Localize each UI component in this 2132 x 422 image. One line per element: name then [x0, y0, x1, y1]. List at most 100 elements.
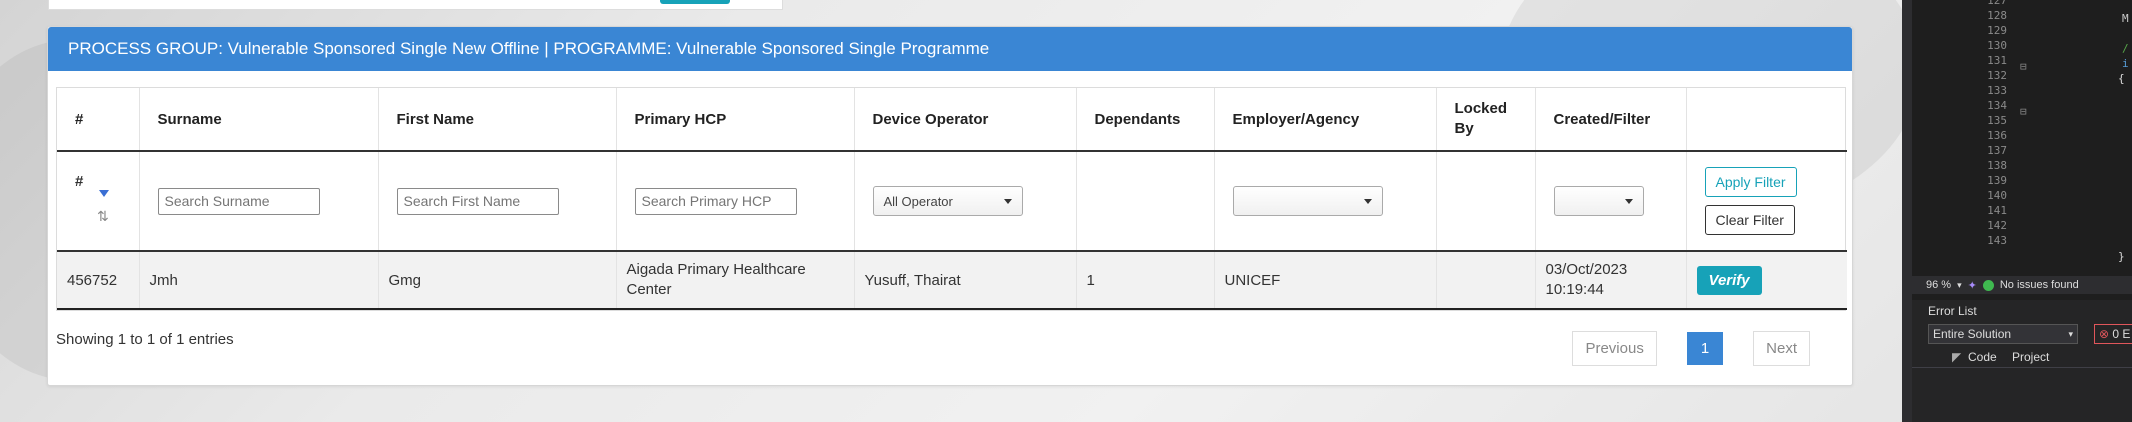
sort-icons[interactable]: ⇅	[95, 189, 115, 230]
filter-locked-by-cell	[1436, 151, 1536, 252]
results-panel: PROCESS GROUP: Vulnerable Sponsored Sing…	[47, 26, 1853, 386]
line-number: 135	[1987, 114, 2007, 127]
code-fragment: i	[2122, 57, 2129, 70]
issues-status[interactable]: No issues found	[2000, 279, 2079, 291]
pagination: Previous 1 Next	[1572, 331, 1810, 366]
window-divider[interactable]	[1902, 0, 1912, 422]
chevron-down-icon	[1003, 198, 1012, 204]
cell-id: 456752	[57, 251, 140, 310]
line-number: 134	[1987, 99, 2007, 112]
line-number: 142	[1987, 219, 2007, 232]
clear-filter-button[interactable]: Clear Filter	[1704, 205, 1795, 235]
check-icon	[1982, 279, 1994, 291]
search-surname-input[interactable]	[157, 187, 320, 215]
sort-toggle-icon[interactable]: ⇅	[97, 208, 109, 225]
column-header-created[interactable]: Created/Filter	[1535, 88, 1687, 152]
verify-button[interactable]: Verify	[1696, 265, 1762, 295]
editor-status-bar: 96 % ▾ ✦ No issues found	[1912, 276, 2132, 294]
code-editor[interactable]: 127 128 129 130 131 132 133 134 135 136 …	[1912, 0, 2132, 272]
fold-icon[interactable]: ⊟	[2020, 105, 2027, 118]
previous-card-button[interactable]	[660, 0, 730, 4]
previous-page-button[interactable]: Previous	[1572, 331, 1657, 366]
error-list-panel: Error List Entire Solution ▾ ⊗ 0 E ◤ Cod…	[1912, 300, 2132, 422]
operator-select[interactable]: All Operator	[872, 186, 1023, 216]
error-list-header: ◤ Code Project	[1912, 348, 2132, 368]
column-header-employer[interactable]: Employer/Agency	[1214, 88, 1437, 152]
column-header-surname[interactable]: Surname	[139, 88, 379, 152]
column-header-project[interactable]: Project	[2012, 350, 2049, 364]
results-table: # Surname First Name Primary HCP Device …	[56, 87, 1847, 311]
line-number: 128	[1987, 9, 2007, 22]
operator-select-value: All Operator	[883, 193, 953, 209]
filter-actions-cell: Apply Filter Clear Filter	[1686, 151, 1847, 252]
line-number: 141	[1987, 204, 2007, 217]
code-fragment: /	[2122, 42, 2129, 55]
line-number: 140	[1987, 189, 2007, 202]
cell-actions: Verify	[1686, 251, 1847, 310]
errors-count: 0 E	[2112, 327, 2131, 341]
filter-first-name-cell	[378, 151, 617, 252]
filter-created-cell	[1535, 151, 1687, 252]
column-header-primary-hcp[interactable]: Primary HCP	[616, 88, 855, 152]
cell-dependants: 1	[1076, 251, 1215, 310]
table-info: Showing 1 to 1 of 1 entries	[56, 331, 234, 348]
column-header-code[interactable]: Code	[1968, 350, 1997, 364]
cell-locked-by	[1436, 251, 1536, 310]
page-1-button[interactable]: 1	[1686, 332, 1724, 365]
error-list-title: Error List	[1928, 304, 1977, 318]
filter-id-cell: # ⇅	[57, 151, 140, 252]
code-fragment: M	[2122, 12, 2129, 25]
column-header-first-name[interactable]: First Name	[378, 88, 617, 152]
line-number: 137	[1987, 144, 2007, 157]
apply-filter-button[interactable]: Apply Filter	[1704, 167, 1797, 197]
scope-select-value: Entire Solution	[1933, 327, 2012, 341]
fold-icon[interactable]: ⊟	[2020, 60, 2027, 73]
column-header-id[interactable]: #	[57, 88, 140, 152]
cell-employer: UNICEF	[1214, 251, 1437, 310]
chevron-down-icon: ▾	[2068, 329, 2073, 339]
filter-dependants-cell	[1076, 151, 1215, 252]
search-first-name-input[interactable]	[396, 187, 559, 215]
line-number: 130	[1987, 39, 2007, 52]
error-icon: ⊗	[2099, 327, 2110, 341]
line-number: 136	[1987, 129, 2007, 142]
code-fragment: }	[2118, 250, 2125, 263]
column-header-locked-by[interactable]: Locked By	[1436, 88, 1536, 152]
code-fragment: {	[2118, 72, 2125, 85]
line-number: 132	[1987, 69, 2007, 82]
filter-id-label: #	[75, 172, 84, 190]
chevron-down-icon	[1624, 198, 1633, 204]
line-number: 143	[1987, 234, 2007, 247]
chevron-down-icon[interactable]: ▾	[1957, 280, 1962, 291]
filter-employer-cell	[1214, 151, 1437, 252]
filter-surname-cell	[139, 151, 379, 252]
filter-operator-cell: All Operator	[854, 151, 1077, 252]
search-primary-hcp-input[interactable]	[634, 187, 797, 215]
column-header-device-operator[interactable]: Device Operator	[854, 88, 1077, 152]
employer-select[interactable]	[1232, 186, 1383, 216]
next-page-button[interactable]: Next	[1753, 331, 1810, 366]
table-row[interactable]: 456752 Jmh Gmg Aigada Primary Healthcare…	[57, 251, 1847, 310]
scope-select[interactable]: Entire Solution ▾	[1928, 324, 2078, 344]
ide-window: 127 128 129 130 131 132 133 134 135 136 …	[1912, 0, 2132, 422]
sort-desc-icon[interactable]	[99, 189, 109, 197]
cell-primary-hcp: Aigada Primary Healthcare Center	[616, 251, 855, 310]
line-number: 131	[1987, 54, 2007, 67]
intellicode-icon[interactable]: ✦	[1968, 279, 1977, 292]
line-number: 129	[1987, 24, 2007, 37]
line-number: 127	[1987, 0, 2007, 7]
line-number: 133	[1987, 84, 2007, 97]
filter-hcp-cell	[616, 151, 855, 252]
line-number: 139	[1987, 174, 2007, 187]
cell-created: 03/Oct/2023 10:19:44	[1535, 251, 1687, 310]
cell-device-operator: Yusuff, Thairat	[854, 251, 1077, 310]
zoom-level[interactable]: 96 %	[1926, 279, 1951, 291]
column-header-dependants[interactable]: Dependants	[1076, 88, 1215, 152]
column-corner-icon: ◤	[1952, 350, 1962, 364]
panel-header: PROCESS GROUP: Vulnerable Sponsored Sing…	[48, 27, 1852, 71]
line-number: 138	[1987, 159, 2007, 172]
created-select[interactable]	[1553, 186, 1644, 216]
errors-filter-button[interactable]: ⊗ 0 E	[2094, 324, 2132, 344]
cell-first-name: Gmg	[378, 251, 617, 310]
cell-surname: Jmh	[139, 251, 379, 310]
